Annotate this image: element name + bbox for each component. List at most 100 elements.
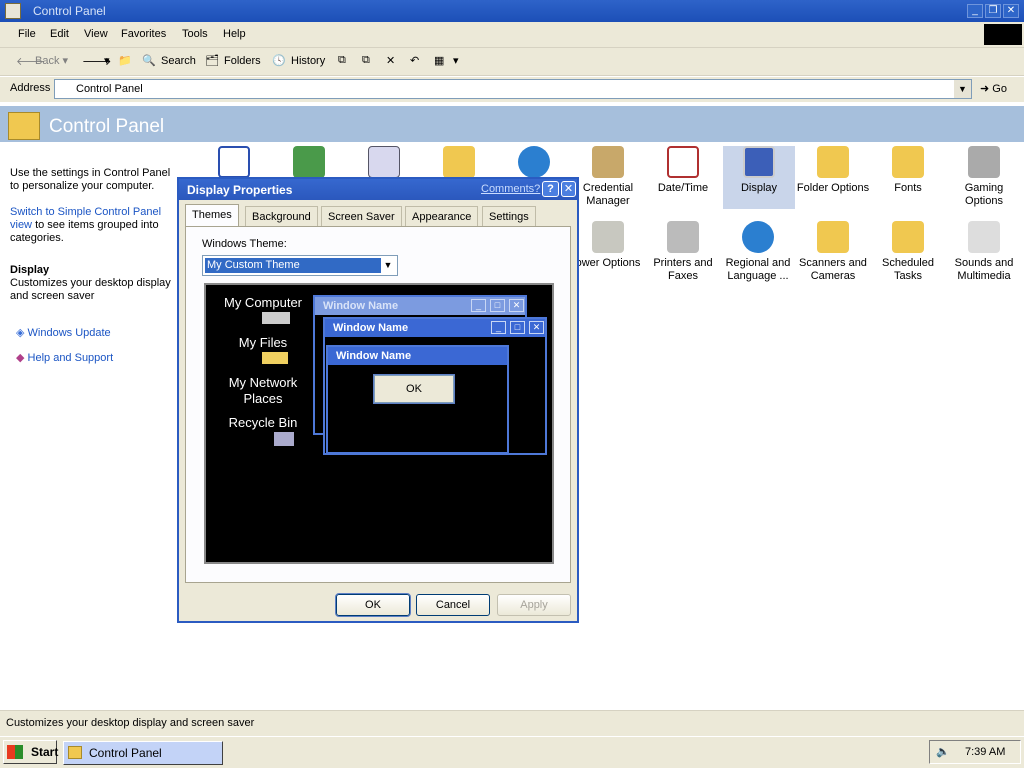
close-button[interactable]: ✕ <box>1003 4 1019 18</box>
move-to-icon: ⧉ <box>338 54 346 66</box>
icon-credential-manager[interactable]: Credential Manager <box>570 146 646 208</box>
icon-sounds-multimedia[interactable]: Sounds and Multimedia <box>946 221 1022 283</box>
dialog-close-button[interactable]: ✕ <box>561 181 576 197</box>
up-folder-button[interactable]: 📁 <box>118 54 137 68</box>
icon-scheduled-tasks[interactable]: Scheduled Tasks <box>870 221 946 283</box>
toolbar: 🡐Back ▾ 🡒 ▾ 📁 🔍 Search 🗂 Folders 🕓 History … <box>0 48 1024 76</box>
address-input[interactable] <box>54 79 972 99</box>
chevron-down-icon[interactable]: ▼ <box>380 257 396 274</box>
search-label: Search <box>161 54 196 67</box>
window-title: Control Panel <box>33 4 106 18</box>
folder-icon <box>262 352 288 364</box>
icon-scanners-cameras[interactable]: Scanners and Cameras <box>795 221 871 283</box>
keys-icon <box>592 146 624 178</box>
delete-icon: ✕ <box>386 55 396 67</box>
folders-button[interactable]: 🗂 Folders <box>205 54 261 68</box>
speaker-icon <box>968 221 1000 253</box>
apply-button[interactable]: Apply <box>497 594 571 616</box>
recycle-bin-icon <box>274 432 294 446</box>
help-button[interactable]: ? <box>542 181 559 197</box>
history-label: History <box>291 54 326 67</box>
tab-background[interactable]: Background <box>245 206 318 226</box>
selected-item-title: Display <box>10 264 50 276</box>
icon-gaming-options[interactable]: Gaming Options <box>946 146 1022 208</box>
folders-label: Folders <box>224 54 261 67</box>
tab-themes[interactable]: Themes <box>185 204 239 227</box>
views-button[interactable]: ▦ ▾ <box>434 54 459 68</box>
icon-fonts[interactable]: Fonts <box>870 146 946 195</box>
search-button[interactable]: 🔍 Search <box>142 54 196 68</box>
dialog-title: Display Properties <box>187 183 293 197</box>
minimize-icon: _ <box>471 299 486 312</box>
minimize-button[interactable]: _ <box>967 4 983 18</box>
back-button[interactable]: 🡐Back ▾ <box>16 54 68 68</box>
camera-icon <box>817 221 849 253</box>
tab-appearance[interactable]: Appearance <box>405 206 479 226</box>
history-button[interactable]: 🕓 History <box>272 54 325 68</box>
clock[interactable]: 7:39 AM <box>965 746 1005 758</box>
icon-power-options[interactable]: ower Options <box>570 221 646 270</box>
printer-icon <box>667 221 699 253</box>
globe-icon <box>518 146 550 178</box>
undo-button[interactable]: ↶ <box>410 54 429 68</box>
power-icon <box>592 221 624 253</box>
icon-date-time[interactable]: Date/Time <box>645 146 721 195</box>
preview-icon-my-network-places: My Network Places <box>228 375 298 406</box>
address-dropdown-button[interactable]: ▼ <box>954 80 971 98</box>
preview-message-box: Window Name OK <box>326 345 509 454</box>
taskbar-item-control-panel[interactable]: Control Panel <box>63 741 223 765</box>
ok-button[interactable]: OK <box>335 593 411 617</box>
back-arrow-icon: 🡐 <box>16 56 46 69</box>
maximize-icon: □ <box>490 299 505 312</box>
folders-icon: 🗂 <box>205 55 219 67</box>
icon-regional-language[interactable]: Regional and Language ... <box>720 221 796 283</box>
copy-to-icon: ⧉ <box>362 54 370 66</box>
theme-selected-value: My Custom Theme <box>205 258 381 273</box>
forward-button[interactable]: 🡒 ▾ <box>82 54 112 69</box>
copy-to-button[interactable]: ⧉ <box>362 54 381 68</box>
icon-display[interactable]: Display <box>723 146 795 209</box>
minimize-icon: _ <box>491 321 506 334</box>
tab-screen-saver[interactable]: Screen Saver <box>321 206 402 226</box>
switch-view-rest: to see items grouped into categories. <box>10 219 159 244</box>
icon-label: Printers and Faxes <box>653 257 713 282</box>
windows-update-link[interactable]: ◈ Windows Update <box>16 327 111 340</box>
address-value[interactable]: Control Panel <box>76 83 143 95</box>
menu-help[interactable]: Help <box>223 28 246 40</box>
icon-label: ower Options <box>575 257 641 269</box>
page-title: Control Panel <box>49 116 165 137</box>
preview-icon-my-files: My Files <box>218 335 308 364</box>
title-bar: Control Panel _ ❐ ✕ <box>0 0 1024 22</box>
views-icon: ▦ <box>434 55 445 68</box>
themes-tab-pane: Windows Theme: My Custom Theme ▼ My Comp… <box>185 226 571 583</box>
menu-file[interactable]: File <box>18 28 36 40</box>
preview-icon-recycle-bin: Recycle Bin <box>218 415 308 446</box>
up-folder-icon: 📁 <box>118 55 132 67</box>
delete-button[interactable]: ✕ <box>386 54 405 68</box>
restore-button[interactable]: ❐ <box>985 4 1001 18</box>
help-support-link[interactable]: ◆ Help and Support <box>16 352 113 365</box>
go-button[interactable]: ➜ Go <box>980 82 1007 95</box>
move-to-button[interactable]: ⧉ <box>338 54 357 68</box>
preview-icon-my-computer: My Computer <box>218 295 308 324</box>
icon-label: Fonts <box>894 182 922 194</box>
menu-tools[interactable]: Tools <box>182 28 208 40</box>
control-panel-icon[interactable] <box>5 3 21 19</box>
theme-select[interactable]: My Custom Theme ▼ <box>202 255 398 276</box>
windows-update-label: Windows Update <box>27 327 111 339</box>
cancel-button[interactable]: Cancel <box>416 594 490 616</box>
icon-folder-options[interactable]: Folder Options <box>795 146 871 195</box>
forward-arrow-icon: 🡒 <box>82 56 112 69</box>
back-label: Back <box>35 55 60 67</box>
tab-settings[interactable]: Settings <box>482 206 536 226</box>
comments-link[interactable]: Comments? <box>481 183 540 195</box>
menu-edit[interactable]: Edit <box>50 28 69 40</box>
menu-favorites[interactable]: Favorites <box>121 28 166 40</box>
folder-options-icon <box>817 146 849 178</box>
theme-preview: My Computer My Files My Network Places R… <box>204 283 554 564</box>
control-panel-taskbar-icon <box>68 746 82 759</box>
menu-view[interactable]: View <box>84 28 108 40</box>
desktop-icon-label: My Files <box>238 335 288 350</box>
volume-icon[interactable]: 🔈 <box>936 745 950 759</box>
icon-printers-faxes[interactable]: Printers and Faxes <box>645 221 721 283</box>
